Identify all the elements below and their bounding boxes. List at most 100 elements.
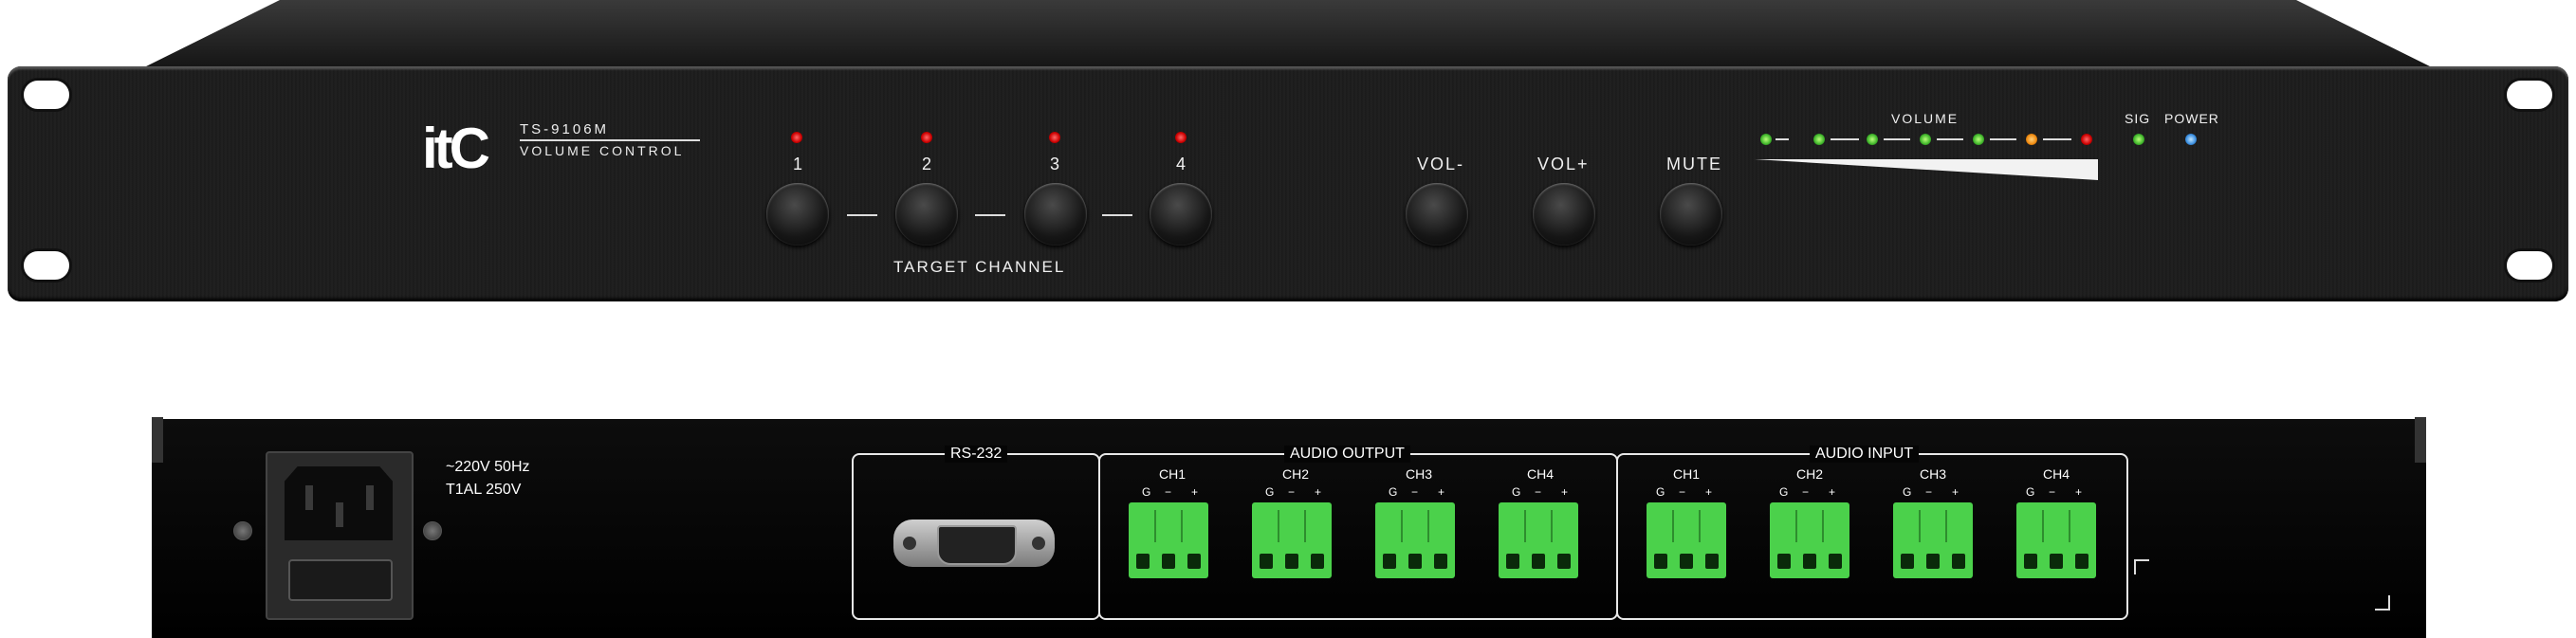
- pin-plus-label: +: [1705, 485, 1713, 499]
- pin-g-label: G: [1265, 485, 1275, 499]
- channel-3-led: [1049, 132, 1060, 143]
- input-ch2-label: CH2: [1796, 466, 1824, 482]
- channel-link-line: [847, 214, 877, 216]
- channel-link-line: [975, 214, 1005, 216]
- voltage-rating: ~220V 50Hz: [446, 459, 530, 475]
- vol-up-label: VOL+: [1537, 155, 1590, 173]
- rack-ear-slot-bottom-left: [21, 248, 72, 283]
- mute-button[interactable]: [1660, 183, 1722, 246]
- power-label: POWER: [2164, 111, 2219, 126]
- output-ch1-label: CH1: [1159, 466, 1187, 482]
- volume-led-separator: [1937, 138, 1963, 140]
- volume-led-1: [1760, 134, 1772, 145]
- vol-down-button[interactable]: [1406, 183, 1468, 246]
- input-ch1-terminal[interactable]: [1647, 502, 1726, 578]
- volume-meter-label: VOLUME: [1891, 111, 1960, 126]
- sig-label: SIG: [2125, 111, 2151, 126]
- mute-label: MUTE: [1666, 155, 1722, 173]
- model-number: TS-9106M: [520, 121, 610, 137]
- pin-minus-label: −: [1802, 485, 1810, 499]
- input-ch3-label: CH3: [1920, 466, 1947, 482]
- pin-minus-label: −: [1679, 485, 1686, 499]
- rs232-screw: [1032, 537, 1045, 550]
- volume-led-3: [1867, 134, 1878, 145]
- pin-g-label: G: [2026, 485, 2035, 499]
- power-pin: [366, 485, 374, 510]
- input-ch4-label: CH4: [2043, 466, 2070, 482]
- input-ch2-terminal[interactable]: [1770, 502, 1849, 578]
- rack-ear-slot-bottom-right: [2504, 248, 2555, 283]
- pin-plus-label: +: [1438, 485, 1445, 499]
- output-ch2-terminal[interactable]: [1252, 502, 1332, 578]
- pin-minus-label: −: [1535, 485, 1542, 499]
- rack-ear-slot-top-right: [2504, 78, 2555, 112]
- channel-3-label: 3: [1050, 155, 1062, 173]
- output-ch3-label: CH3: [1406, 466, 1433, 482]
- volume-led-separator: [1831, 138, 1859, 140]
- input-ch4-terminal[interactable]: [2016, 502, 2096, 578]
- pin-g-label: G: [1512, 485, 1521, 499]
- power-pin: [336, 502, 343, 527]
- pin-g-label: G: [1779, 485, 1789, 499]
- volume-led-5: [1973, 134, 1984, 145]
- pin-plus-label: +: [1191, 485, 1199, 499]
- pin-minus-label: −: [1165, 485, 1172, 499]
- pin-g-label: G: [1903, 485, 1912, 499]
- channel-1-label: 1: [793, 155, 805, 173]
- mounting-screw: [423, 521, 442, 540]
- model-divider: [520, 139, 700, 141]
- rs232-screw: [903, 537, 916, 550]
- vol-down-label: VOL-: [1417, 155, 1465, 173]
- channel-2-button[interactable]: [895, 183, 958, 246]
- fuse-rating: T1AL 250V: [446, 482, 522, 498]
- sig-led: [2133, 134, 2144, 145]
- volume-led-separator: [1776, 138, 1789, 140]
- pin-minus-label: −: [1925, 485, 1933, 499]
- rack-ear-slot-top-left: [21, 78, 72, 112]
- pin-minus-label: −: [1411, 485, 1419, 499]
- channel-4-led: [1175, 132, 1187, 143]
- pin-plus-label: +: [1315, 485, 1322, 499]
- input-ch1-label: CH1: [1673, 466, 1701, 482]
- channel-3-button[interactable]: [1024, 183, 1087, 246]
- model-subtitle: VOLUME CONTROL: [520, 143, 685, 158]
- volume-led-2: [1813, 134, 1825, 145]
- channel-4-button[interactable]: [1150, 183, 1212, 246]
- output-ch4-terminal[interactable]: [1499, 502, 1578, 578]
- corner-mark: [2134, 559, 2149, 574]
- rear-panel-edge-right: [2415, 417, 2426, 463]
- power-led: [2185, 134, 2197, 145]
- channel-2-led: [921, 132, 932, 143]
- volume-led-4: [1920, 134, 1931, 145]
- corner-mark: [2375, 595, 2390, 611]
- rs232-port[interactable]: [937, 525, 1017, 565]
- pin-minus-label: −: [1288, 485, 1296, 499]
- pin-plus-label: +: [2075, 485, 2083, 499]
- volume-led-separator: [1884, 138, 1910, 140]
- channel-2-label: 2: [922, 155, 934, 173]
- vol-up-button[interactable]: [1533, 183, 1595, 246]
- rs232-label: RS-232: [945, 446, 1008, 463]
- channel-4-label: 4: [1176, 155, 1188, 173]
- pin-g-label: G: [1142, 485, 1151, 499]
- output-ch2-label: CH2: [1282, 466, 1310, 482]
- mounting-screw: [233, 521, 252, 540]
- pin-g-label: G: [1389, 485, 1398, 499]
- pin-minus-label: −: [2049, 485, 2056, 499]
- volume-led-7: [2081, 134, 2092, 145]
- volume-led-separator: [1990, 138, 2016, 140]
- volume-led-separator: [2043, 138, 2071, 140]
- target-channel-label: TARGET CHANNEL: [893, 258, 1066, 276]
- front-panel-top-cover: [142, 0, 2434, 68]
- output-ch1-terminal[interactable]: [1129, 502, 1208, 578]
- fuse-holder[interactable]: [288, 559, 393, 601]
- front-panel: [8, 66, 2568, 301]
- pin-plus-label: +: [1829, 485, 1836, 499]
- brand-logo: itC: [422, 117, 490, 180]
- audio-input-label: AUDIO INPUT: [1810, 446, 1920, 463]
- rear-panel-edge-left: [152, 417, 163, 463]
- input-ch3-terminal[interactable]: [1893, 502, 1973, 578]
- channel-1-button[interactable]: [766, 183, 829, 246]
- pin-g-label: G: [1656, 485, 1665, 499]
- output-ch3-terminal[interactable]: [1375, 502, 1455, 578]
